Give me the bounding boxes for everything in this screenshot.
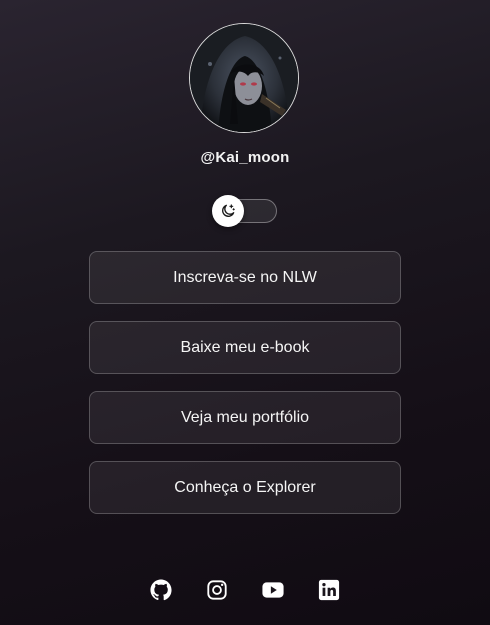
social-links (0, 578, 490, 602)
username: @Kai_moon (200, 149, 290, 166)
youtube-icon (262, 582, 284, 598)
moon-stars-icon (222, 204, 235, 217)
github-icon (150, 579, 172, 601)
linkedin-link[interactable] (318, 578, 340, 602)
github-link[interactable] (150, 578, 172, 602)
theme-switch-knob[interactable] (212, 195, 244, 227)
link-button-portfolio[interactable]: Veja meu portfólio (89, 391, 401, 444)
instagram-link[interactable] (206, 578, 228, 602)
profile-page: @Kai_moon Inscreva-se no NLW Baixe meu e… (0, 0, 490, 625)
link-button-explorer[interactable]: Conheça o Explorer (89, 461, 401, 514)
linkedin-icon (318, 579, 340, 601)
instagram-icon (207, 580, 227, 600)
youtube-link[interactable] (262, 578, 284, 602)
link-button-nlw[interactable]: Inscreva-se no NLW (89, 251, 401, 304)
avatar-image (190, 24, 298, 132)
avatar (189, 23, 299, 133)
link-list: Inscreva-se no NLW Baixe meu e-book Veja… (89, 251, 401, 531)
link-button-ebook[interactable]: Baixe meu e-book (89, 321, 401, 374)
